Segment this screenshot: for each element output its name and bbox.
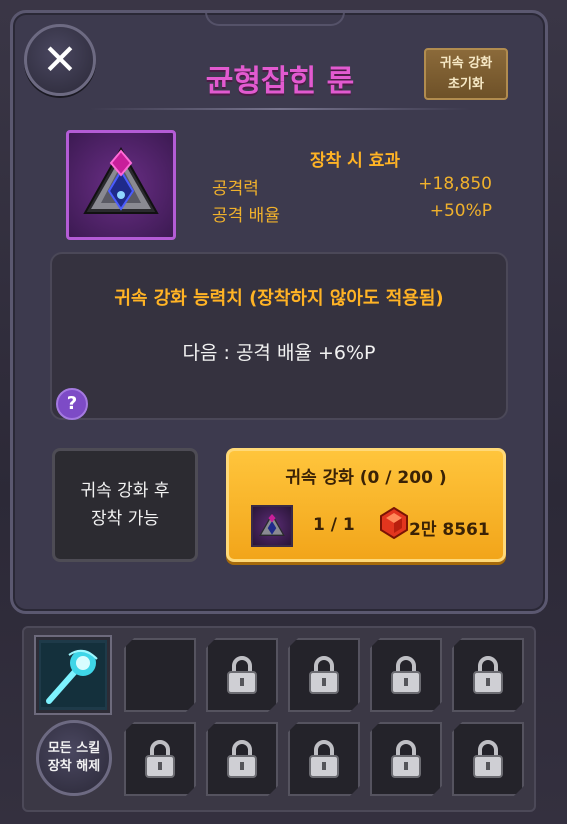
stat-row-attack: 공격력 +18,850 [212,174,492,199]
equipped-skill-slot[interactable] [34,635,112,715]
lock-icon [143,739,177,779]
title-divider [90,108,470,110]
stat-row-attack-multiplier: 공격 배율 +50%P [212,201,492,226]
stat-label: 공격 배율 [212,206,280,226]
lock-icon [471,739,505,779]
rune-item-slot[interactable] [66,130,176,240]
skill-slot-locked[interactable] [370,722,442,796]
upgrade-cost: 2만 8561 [409,520,490,540]
unequip-line1: 모든 스킬 [47,741,101,756]
equip-effect-title: 장착 시 효과 [309,151,401,171]
reset-binding-button[interactable]: 귀속 강화 초기화 [424,48,508,100]
binding-ability-box: 귀속 강화 능력치 (장착하지 않아도 적용됨) 다음 : 공격 배율 +6%P… [50,252,508,420]
equip-button-line2: 장착 가능 [91,509,159,529]
material-rune-icon [251,505,293,547]
help-button[interactable]: ? [56,388,88,420]
material-count: 1 / 1 [313,515,355,535]
lock-icon [389,655,423,695]
lock-icon [225,739,259,779]
red-gem-icon [380,507,408,539]
skill-slot-locked[interactable] [452,638,524,712]
close-icon: ✕ [42,35,78,84]
ability-title: 귀속 강화 능력치 (장착하지 않아도 적용됨) [114,288,444,309]
skill-slot-locked[interactable] [206,722,278,796]
equip-button-disabled[interactable]: 귀속 강화 후 장착 가능 [52,448,198,562]
lock-icon [307,655,341,695]
skill-slot-locked[interactable] [206,638,278,712]
stat-value: +18,850 [418,174,492,194]
unequip-all-skills-button[interactable]: 모든 스킬 장착 해제 [36,720,112,796]
item-title: 균형잡힌 룬 [205,64,355,99]
skill-slot-empty[interactable] [124,638,196,712]
unequip-line2: 장착 해제 [47,759,101,774]
lock-icon [471,655,505,695]
energy-orb-skill-icon [41,643,105,707]
binding-upgrade-button[interactable]: 귀속 강화 (0 / 200 ) 1 / 1 2만 8561 [226,448,506,562]
reset-button-line1: 귀속 강화 [439,56,493,71]
stat-label: 공격력 [212,179,259,199]
skill-slot-locked[interactable] [288,722,360,796]
panel-notch [205,10,345,26]
skill-slot-locked[interactable] [370,638,442,712]
reset-button-line2: 초기화 [448,77,484,92]
skill-slot-locked[interactable] [288,638,360,712]
lock-icon [389,739,423,779]
lock-icon [307,739,341,779]
stat-value: +50%P [429,201,492,221]
upgrade-title: 귀속 강화 (0 / 200 ) [285,468,447,488]
ability-next-value: 다음 : 공격 배율 +6%P [182,342,376,364]
lock-icon [225,655,259,695]
close-button[interactable]: ✕ [24,24,96,96]
balanced-rune-icon [83,146,159,214]
skill-slot-locked[interactable] [124,722,196,796]
skill-slot-locked[interactable] [452,722,524,796]
equip-button-line1: 귀속 강화 후 [80,481,170,501]
